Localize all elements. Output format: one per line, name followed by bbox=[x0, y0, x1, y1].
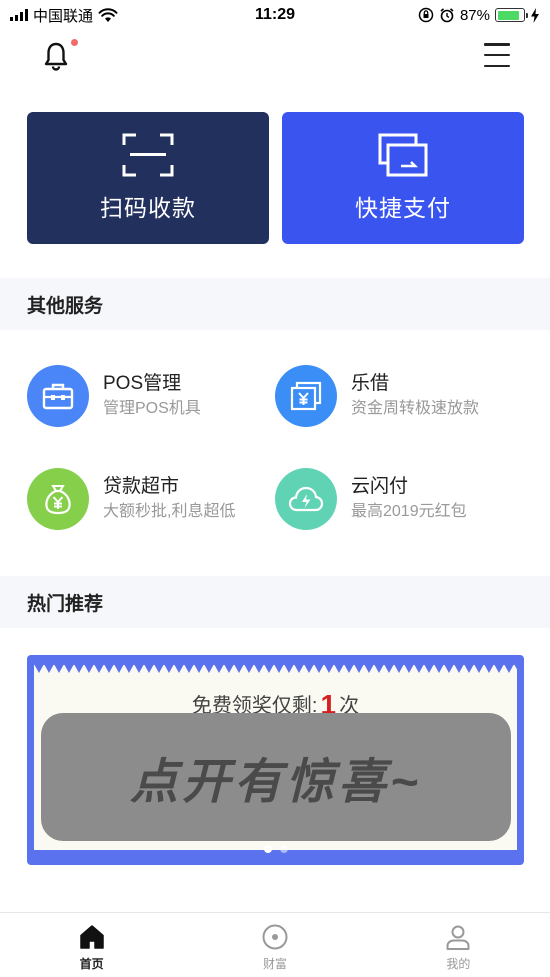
service-pos-management[interactable]: POS管理 管理POS机具 bbox=[27, 364, 277, 428]
signal-icon bbox=[10, 9, 28, 21]
zigzag-edge bbox=[34, 664, 517, 673]
carousel-dot[interactable] bbox=[279, 845, 288, 853]
service-title: 云闪付 bbox=[351, 476, 409, 497]
tab-mine-label: 我的 bbox=[446, 957, 471, 971]
compass-icon bbox=[262, 924, 288, 950]
wifi-icon bbox=[98, 7, 118, 22]
bottom-tab-bar: 首页 财富 我的 bbox=[0, 912, 550, 977]
tab-home[interactable]: 首页 bbox=[0, 913, 183, 977]
cloud-flash-icon bbox=[275, 468, 337, 530]
service-subtitle: 管理POS机具 bbox=[103, 400, 201, 417]
rotation-lock-icon bbox=[418, 7, 434, 23]
notification-dot bbox=[71, 39, 78, 46]
scratch-text: 点开有惊喜~ bbox=[129, 756, 423, 809]
service-loan-market[interactable]: 贷款超市 大额秒批,利息超低 bbox=[27, 467, 277, 531]
scan-icon bbox=[122, 133, 174, 177]
quick-pay-icon bbox=[378, 133, 428, 177]
tab-mine[interactable]: 我的 bbox=[367, 913, 550, 977]
carousel-dot[interactable] bbox=[263, 845, 272, 853]
status-time: 11:29 bbox=[254, 6, 296, 23]
user-icon bbox=[446, 925, 470, 950]
service-subtitle: 资金周转极速放款 bbox=[351, 400, 480, 417]
services-section-title: 其他服务 bbox=[0, 278, 550, 330]
yen-cards-icon bbox=[275, 365, 337, 427]
hot-section-title: 热门推荐 bbox=[0, 576, 550, 628]
service-title: 贷款超市 bbox=[103, 476, 180, 497]
scan-collect-button[interactable]: 扫码收款 bbox=[27, 112, 269, 244]
service-title: POS管理 bbox=[103, 373, 182, 394]
bell-icon[interactable] bbox=[40, 40, 72, 72]
charging-icon bbox=[531, 7, 539, 23]
app-header bbox=[0, 30, 550, 85]
hamburger-menu-icon[interactable] bbox=[484, 43, 510, 67]
carousel-indicator bbox=[27, 845, 524, 853]
service-subtitle: 大额秒批,利息超低 bbox=[103, 503, 236, 520]
battery-fill bbox=[497, 10, 520, 20]
scratch-area[interactable]: 点开有惊喜~ bbox=[41, 713, 511, 841]
status-left: 中国联通 bbox=[10, 5, 118, 26]
money-bag-icon bbox=[27, 468, 89, 530]
home-icon bbox=[79, 925, 104, 949]
status-right: 87% bbox=[418, 7, 540, 24]
alarm-icon bbox=[440, 8, 454, 23]
service-subtitle: 最高2019元红包 bbox=[351, 503, 467, 520]
promo-banner[interactable]: 免费领奖仅剩: 1 次 点开有惊喜~ bbox=[27, 655, 524, 865]
quick-pay-button[interactable]: 快捷支付 bbox=[282, 112, 524, 244]
tab-wealth[interactable]: 财富 bbox=[183, 913, 366, 977]
carrier-name: 中国联通 bbox=[33, 7, 94, 25]
tab-home-label: 首页 bbox=[79, 957, 104, 971]
tab-wealth-label: 财富 bbox=[262, 957, 287, 971]
battery-icon bbox=[495, 8, 528, 22]
scan-collect-label: 扫码收款 bbox=[100, 195, 196, 221]
status-bar: 中国联通 11:29 87% bbox=[0, 0, 550, 30]
scratch-card: 免费领奖仅剩: 1 次 点开有惊喜~ bbox=[34, 664, 517, 850]
quick-pay-label: 快捷支付 bbox=[355, 195, 451, 221]
battery-percent: 87% bbox=[459, 6, 490, 24]
toolbox-icon bbox=[27, 365, 89, 427]
service-le-jie[interactable]: 乐借 资金周转极速放款 bbox=[275, 364, 525, 428]
service-union-pay[interactable]: 云闪付 最高2019元红包 bbox=[275, 467, 525, 531]
service-title: 乐借 bbox=[351, 373, 390, 394]
